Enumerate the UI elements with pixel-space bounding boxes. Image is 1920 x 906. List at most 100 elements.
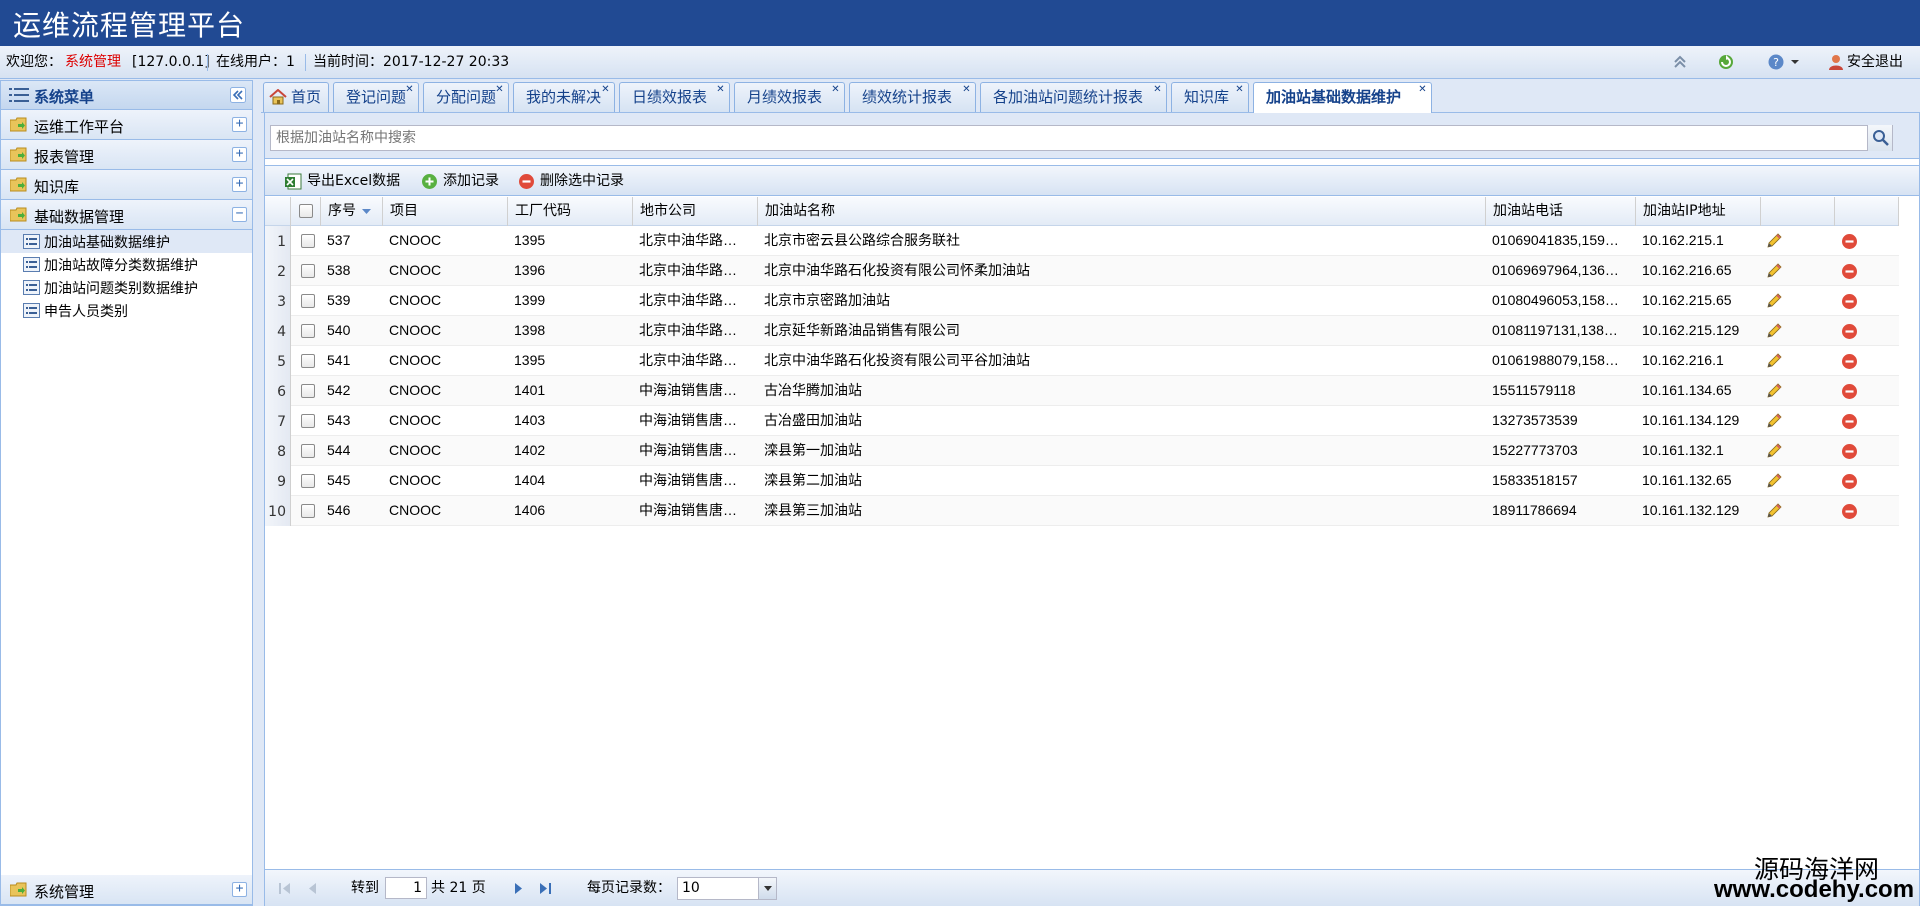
sidebar-item-problem-category[interactable]: 加油站问题类别数据维护 [1,276,252,299]
table-row[interactable]: 1 537 CNOOC 1395 北京中油华路… 北京市密云县公路综合服务联社 010690… [265,226,1899,256]
column-header-station-name[interactable]: 加油站名称 [758,197,1486,226]
column-header-project[interactable]: 项目 [383,197,508,226]
table-row[interactable]: 8 544 CNOOC 1402 中海油销售唐… 滦县第一加油站 15227773703 10… [265,436,1899,466]
tab-monthly-report[interactable]: 月绩效报表 ✕ [734,82,845,112]
expand-icon[interactable]: + [232,882,247,897]
edit-pencil-icon[interactable] [1765,232,1783,250]
close-icon[interactable]: ✕ [494,85,505,96]
column-header-station-phone[interactable]: 加油站电话 [1486,197,1636,226]
edit-pencil-icon[interactable] [1765,382,1783,400]
page-size-select[interactable]: 10 [677,877,777,900]
row-checkbox[interactable] [301,474,315,488]
cell-factory-code: 1404 [514,472,546,488]
sidebar-item-reporter-category[interactable]: 申告人员类别 [1,299,252,322]
table-row[interactable]: 4 540 CNOOC 1398 北京中油华路… 北京延华新路油品销售有限公司 010811… [265,316,1899,346]
sidebar-splitter[interactable] [254,80,261,906]
sidebar-group-basedata[interactable]: 基础数据管理 − [1,200,252,230]
row-checkbox[interactable] [301,444,315,458]
edit-pencil-icon[interactable] [1765,292,1783,310]
tab-knowledge[interactable]: 知识库 ✕ [1171,82,1249,112]
edit-pencil-icon[interactable] [1765,412,1783,430]
delete-row-icon[interactable] [1841,263,1858,280]
select-all-checkbox[interactable] [299,204,313,218]
edit-pencil-icon[interactable] [1765,472,1783,490]
tab-station-data[interactable]: 加油站基础数据维护 ✕ [1253,82,1432,113]
close-icon[interactable]: ✕ [961,85,972,96]
row-checkbox[interactable] [301,294,315,308]
table-row[interactable]: 7 543 CNOOC 1403 中海油销售唐… 古冶盛田加油站 13273573539 10… [265,406,1899,436]
table-row[interactable]: 3 539 CNOOC 1399 北京中油华路… 北京市京密路加油站 01080496053… [265,286,1899,316]
collapse-left-icon[interactable] [230,87,246,103]
table-row[interactable]: 5 541 CNOOC 1395 北京中油华路… 北京中油华路石化投资有限公司平谷加油站 0… [265,346,1899,376]
close-icon[interactable]: ✕ [830,85,841,96]
chevron-down-icon[interactable] [758,878,776,899]
collapse-up-icon[interactable] [1671,53,1689,71]
table-row[interactable]: 2 538 CNOOC 1396 北京中油华路… 北京中油华路石化投资有限公司怀柔加油站 0… [265,256,1899,286]
edit-pencil-icon[interactable] [1765,442,1783,460]
delete-row-icon[interactable] [1841,323,1858,340]
expand-icon[interactable]: + [232,177,247,192]
search-input[interactable] [270,125,1893,151]
sidebar-group-reports[interactable]: 报表管理 + [1,140,252,170]
edit-pencil-icon[interactable] [1765,322,1783,340]
close-icon[interactable]: ✕ [404,85,415,96]
table-row[interactable]: 9 545 CNOOC 1404 中海油销售唐… 滦县第二加油站 15833518157 10… [265,466,1899,496]
column-header-station-ip[interactable]: 加油站IP地址 [1636,197,1761,226]
close-icon[interactable]: ✕ [1234,85,1245,96]
tab-daily-report[interactable]: 日绩效报表 ✕ [619,82,730,112]
sidebar-group-ops[interactable]: 运维工作平台 + [1,110,252,140]
prev-page-icon[interactable] [305,880,321,897]
logout-link[interactable]: 安全退出 [1847,46,1903,78]
sidebar-item-fault-category[interactable]: 加油站故障分类数据维护 [1,253,252,276]
close-icon[interactable]: ✕ [715,85,726,96]
table-row[interactable]: 10 546 CNOOC 1406 中海油销售唐… 滦县第三加油站 18911786694 1… [265,496,1899,526]
delete-row-icon[interactable] [1841,443,1858,460]
row-checkbox[interactable] [301,264,315,278]
sidebar-group-system[interactable]: 系统管理 + [1,875,252,905]
table-row[interactable]: 6 542 CNOOC 1401 中海油销售唐… 古冶华腾加油站 15511579118 10… [265,376,1899,406]
search-button[interactable] [1867,125,1892,151]
delete-row-icon[interactable] [1841,353,1858,370]
tab-assign-issue[interactable]: 分配问题 ✕ [423,82,509,112]
delete-row-icon[interactable] [1841,413,1858,430]
tab-performance-stats[interactable]: 绩效统计报表 ✕ [849,82,976,112]
column-header-factory-code[interactable]: 工厂代码 [508,197,633,226]
row-checkbox[interactable] [301,504,315,518]
expand-icon[interactable]: + [232,117,247,132]
tab-station-issue-stats[interactable]: 各加油站问题统计报表 ✕ [980,82,1167,112]
tab-home[interactable]: 首页 [263,82,329,112]
tab-register-issue[interactable]: 登记问题 ✕ [333,82,419,112]
help-icon[interactable]: ? [1767,53,1785,71]
row-checkbox[interactable] [301,324,315,338]
delete-row-icon[interactable] [1841,473,1858,490]
edit-pencil-icon[interactable] [1765,502,1783,520]
refresh-icon[interactable] [1717,53,1735,71]
page-number-input[interactable]: 1 [385,877,427,899]
expand-icon[interactable]: + [232,147,247,162]
chevron-down-icon[interactable] [1790,53,1800,71]
first-page-icon[interactable] [277,880,293,897]
close-icon[interactable]: ✕ [600,85,611,96]
delete-row-icon[interactable] [1841,383,1858,400]
close-icon[interactable]: ✕ [1417,85,1428,96]
delete-row-icon[interactable] [1841,293,1858,310]
row-checkbox[interactable] [301,234,315,248]
column-header-id[interactable]: 序号 [321,197,383,226]
sidebar-item-station-data[interactable]: 加油站基础数据维护 [1,230,252,253]
row-checkbox[interactable] [301,384,315,398]
sidebar-group-knowledge[interactable]: 知识库 + [1,170,252,200]
row-checkbox[interactable] [301,354,315,368]
logout-user-icon[interactable] [1827,53,1845,71]
tab-my-unresolved[interactable]: 我的未解决 ✕ [513,82,615,112]
edit-pencil-icon[interactable] [1765,352,1783,370]
cell-station-name: 北京市密云县公路综合服务联社 [764,232,960,248]
last-page-icon[interactable] [537,880,553,897]
delete-row-icon[interactable] [1841,233,1858,250]
edit-pencil-icon[interactable] [1765,262,1783,280]
collapse-icon[interactable]: − [232,207,247,222]
next-page-icon[interactable] [510,880,526,897]
delete-row-icon[interactable] [1841,503,1858,520]
column-header-city-company[interactable]: 地市公司 [633,197,758,226]
row-checkbox[interactable] [301,414,315,428]
close-icon[interactable]: ✕ [1152,85,1163,96]
